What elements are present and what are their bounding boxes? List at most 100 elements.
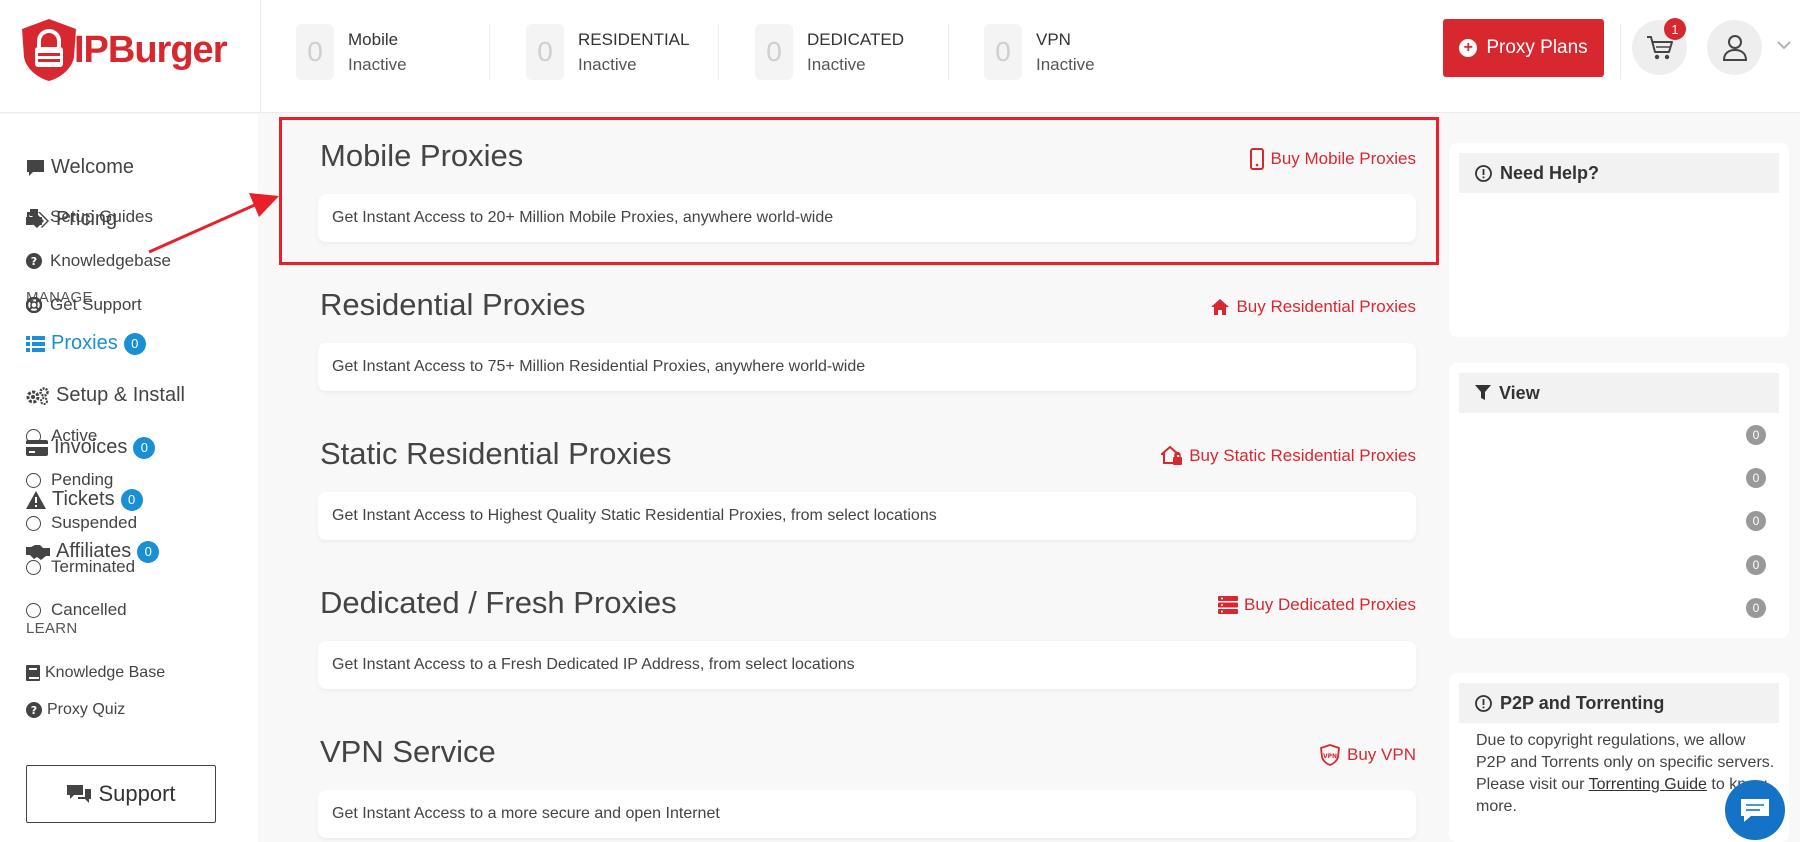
filter-icon	[1475, 385, 1491, 400]
stat-mobile[interactable]: 0 Mobile Inactive	[296, 24, 407, 80]
sidebar-item-proxies[interactable]: Proxies 0	[26, 332, 146, 355]
life-ring-icon	[26, 297, 42, 313]
sidebar-item-label: Setup & Install	[56, 384, 185, 406]
stat-state: Inactive	[578, 54, 637, 74]
stat-count: 0	[296, 24, 334, 80]
sidebar-item-proxy-quiz[interactable]: ? Proxy Quiz	[26, 701, 125, 719]
question-circle-icon: ?	[26, 702, 42, 718]
filter-active[interactable]: Active	[26, 426, 97, 446]
home-icon	[1211, 299, 1230, 315]
filter-count-badge: 0	[1746, 555, 1766, 575]
cart-count-badge: 1	[1664, 18, 1686, 40]
panel-title: View	[1499, 382, 1540, 403]
count-badge: 0	[120, 488, 143, 511]
need-help-panel: Need Help?	[1449, 143, 1789, 337]
panel-title: Need Help?	[1500, 162, 1600, 183]
exclamation-circle-icon	[1475, 164, 1492, 182]
radio-button[interactable]	[26, 515, 41, 531]
buy-static-residential-proxies-link[interactable]: Buy Static Residential Proxies	[1161, 446, 1416, 466]
count-badge: 0	[133, 436, 156, 459]
sidebar-item-welcome[interactable]: Welcome	[26, 156, 134, 179]
p2p-header: P2P and Torrenting	[1459, 683, 1779, 723]
stat-name: VPN	[1036, 29, 1071, 49]
sidebar-item-label: Welcome	[51, 156, 134, 178]
stat-dedicated[interactable]: 0 DEDICATED Inactive	[755, 24, 904, 80]
filter-label: Cancelled	[51, 600, 127, 619]
comment-icon	[27, 159, 44, 176]
radio-button[interactable]	[26, 559, 41, 575]
section-description: Get Instant Access to Highest Quality St…	[318, 492, 1416, 540]
section-description: Get Instant Access to 75+ Million Reside…	[318, 343, 1416, 391]
sidebar-item-knowledge-base[interactable]: Knowledge Base	[26, 664, 165, 682]
user-icon	[1722, 34, 1747, 61]
sidebar-item-setup[interactable]: Setup & Install	[26, 384, 185, 407]
torrenting-guide-link[interactable]: Torrenting Guide	[1589, 776, 1707, 793]
panel-item-label: Knowledgebase	[50, 251, 171, 270]
stat-divider	[948, 24, 949, 80]
buy-link-label: Buy Residential Proxies	[1236, 297, 1416, 316]
logo-shield-icon	[22, 19, 76, 81]
buy-dedicated-proxies-link[interactable]: Buy Dedicated Proxies	[1218, 595, 1416, 615]
cubes-icon	[26, 209, 42, 225]
radio-button[interactable]	[26, 428, 41, 444]
chat-bubble-icon	[1741, 799, 1769, 822]
sidebar-section-learn: LEARN	[26, 620, 78, 637]
stat-count: 0	[526, 24, 564, 80]
exclamation-circle-icon	[1475, 694, 1492, 712]
filter-cancelled[interactable]: Cancelled	[26, 600, 127, 620]
panel-item-label: Setup Guides	[50, 207, 154, 226]
filter-count-badge: 0	[1746, 425, 1766, 445]
section-dedicated-proxies: Dedicated / Fresh Proxies Buy Dedicated …	[318, 585, 1416, 695]
top-header: IPBurger 0 Mobile Inactive 0 RESIDENTIAL…	[0, 0, 1800, 113]
panel-item-label: Get Support	[50, 295, 142, 314]
stat-state: Inactive	[1036, 54, 1095, 74]
buy-link-label: Buy VPN	[1347, 745, 1416, 764]
live-chat-button[interactable]	[1725, 780, 1785, 840]
stat-name: DEDICATED	[807, 29, 904, 49]
radio-button[interactable]	[26, 602, 41, 618]
section-title: Static Residential Proxies	[320, 436, 672, 471]
proxy-plans-button[interactable]: + Proxy Plans	[1443, 19, 1604, 77]
count-badge: 0	[137, 540, 160, 563]
header-divider	[260, 0, 261, 113]
radio-button[interactable]	[26, 472, 41, 488]
question-circle-icon: ?	[26, 253, 42, 269]
support-label: Support	[98, 781, 176, 806]
filter-pending[interactable]: Pending	[26, 470, 113, 490]
stat-divider	[489, 24, 490, 80]
setup-guides-link[interactable]: Setup Guides	[26, 207, 153, 227]
count-badge: 0	[123, 332, 146, 355]
stat-state: Inactive	[807, 54, 866, 74]
stat-count: 0	[984, 24, 1022, 80]
proxy-plans-label: Proxy Plans	[1486, 37, 1588, 58]
sidebar-item-label: Tickets	[52, 488, 115, 510]
section-title: Residential Proxies	[320, 287, 586, 322]
buy-vpn-link[interactable]: VPN Buy VPN	[1319, 744, 1416, 766]
user-menu-button[interactable]	[1707, 20, 1762, 75]
view-header: View	[1459, 373, 1779, 413]
house-lock-icon	[1161, 446, 1183, 465]
stat-residential[interactable]: 0 RESIDENTIAL Inactive	[526, 24, 689, 80]
header-divider	[1620, 24, 1621, 80]
support-button[interactable]: Support	[26, 765, 216, 823]
chevron-down-icon[interactable]	[1775, 38, 1793, 52]
knowledgebase-link[interactable]: ? Knowledgebase	[26, 251, 171, 271]
section-description: Get Instant Access to a Fresh Dedicated …	[318, 641, 1416, 689]
buy-residential-proxies-link[interactable]: Buy Residential Proxies	[1210, 297, 1416, 317]
svg-text:?: ?	[31, 255, 37, 268]
sidebar-item-tickets[interactable]: Tickets 0	[26, 488, 143, 511]
filter-suspended[interactable]: Suspended	[26, 513, 137, 533]
ipburger-logo[interactable]: IPBurger	[18, 16, 238, 84]
buy-link-label: Buy Static Residential Proxies	[1189, 446, 1416, 465]
stat-divider	[718, 24, 719, 80]
book-icon	[26, 665, 40, 681]
need-help-header: Need Help?	[1459, 153, 1779, 193]
filter-terminated[interactable]: Terminated	[26, 557, 135, 577]
section-title: VPN Service	[320, 734, 496, 769]
section-title: Dedicated / Fresh Proxies	[320, 585, 677, 620]
stat-vpn[interactable]: 0 VPN Inactive	[984, 24, 1095, 80]
get-support-link[interactable]: Get Support	[26, 295, 142, 315]
svg-text:VPN: VPN	[1323, 753, 1337, 760]
buy-link-label: Buy Dedicated Proxies	[1244, 595, 1416, 614]
server-icon	[1218, 596, 1239, 614]
